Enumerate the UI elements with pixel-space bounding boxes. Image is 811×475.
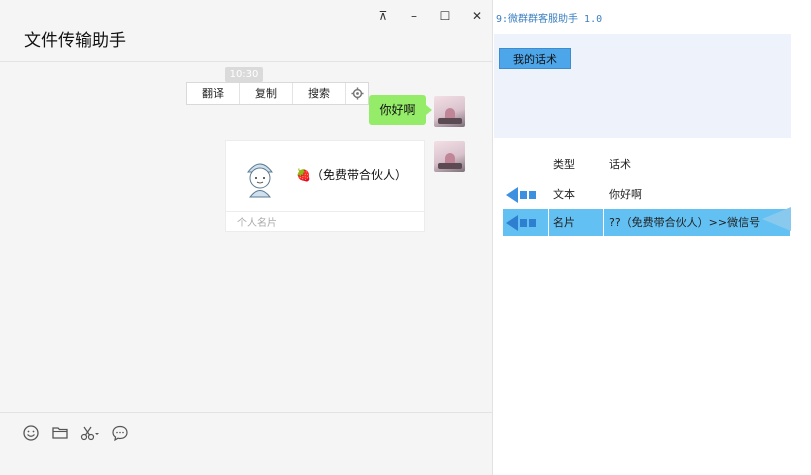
row-pointer-icon [762,207,791,231]
chat-header: 文件传输助手 ⊼ – ☐ ✕ [0,0,493,62]
chat-window: 文件传输助手 ⊼ – ☐ ✕ 10:30 翻译 复制 搜索 你好啊 🍓（免费带合… [0,0,493,475]
row-type: 文本 [553,188,575,201]
column-header-content: 话术 [609,158,631,171]
avatar[interactable] [434,141,465,172]
search-menu-item[interactable]: 搜索 [293,83,346,104]
chat-bubble-icon[interactable] [111,424,129,442]
emoji-icon[interactable] [22,424,40,442]
column-header-type: 类型 [553,158,575,171]
send-arrow-icon[interactable] [504,213,538,233]
input-toolbar [0,412,493,413]
context-menu: 翻译 复制 搜索 [186,82,369,105]
copy-menu-item[interactable]: 复制 [240,83,293,104]
table-row-selected[interactable]: 名片 ??（免费带合伙人）>>微信号 [503,209,790,236]
close-button[interactable]: ✕ [468,9,486,23]
send-arrow-icon[interactable] [504,185,538,205]
cartoon-avatar-icon [246,163,274,198]
folder-icon[interactable] [51,424,69,442]
row-type: 名片 [553,216,575,229]
avatar[interactable] [434,96,465,127]
gear-icon[interactable] [346,83,368,104]
card-name: 🍓（免费带合伙人） [296,168,407,182]
chat-title: 文件传输助手 [24,31,126,51]
maximize-button[interactable]: ☐ [436,9,454,23]
minimize-button[interactable]: – [405,9,423,23]
table-row[interactable]: 文本 你好啊 [503,181,790,208]
scissors-icon[interactable] [79,424,101,442]
tool-title: 9:微群群客服助手 1.0 [496,14,603,25]
contact-card[interactable]: 🍓（免费带合伙人） 个人名片 [225,140,425,232]
translate-menu-item[interactable]: 翻译 [187,83,240,104]
row-content: ??（免费带合伙人）>>微信号 [609,216,761,229]
my-scripts-button[interactable]: 我的话术 [499,48,571,69]
message-timestamp: 10:30 [225,67,263,82]
message-bubble[interactable]: 你好啊 [369,95,432,125]
pin-button[interactable]: ⊼ [374,9,392,23]
row-content: 你好啊 [609,188,642,201]
card-type-label: 个人名片 [237,218,277,229]
